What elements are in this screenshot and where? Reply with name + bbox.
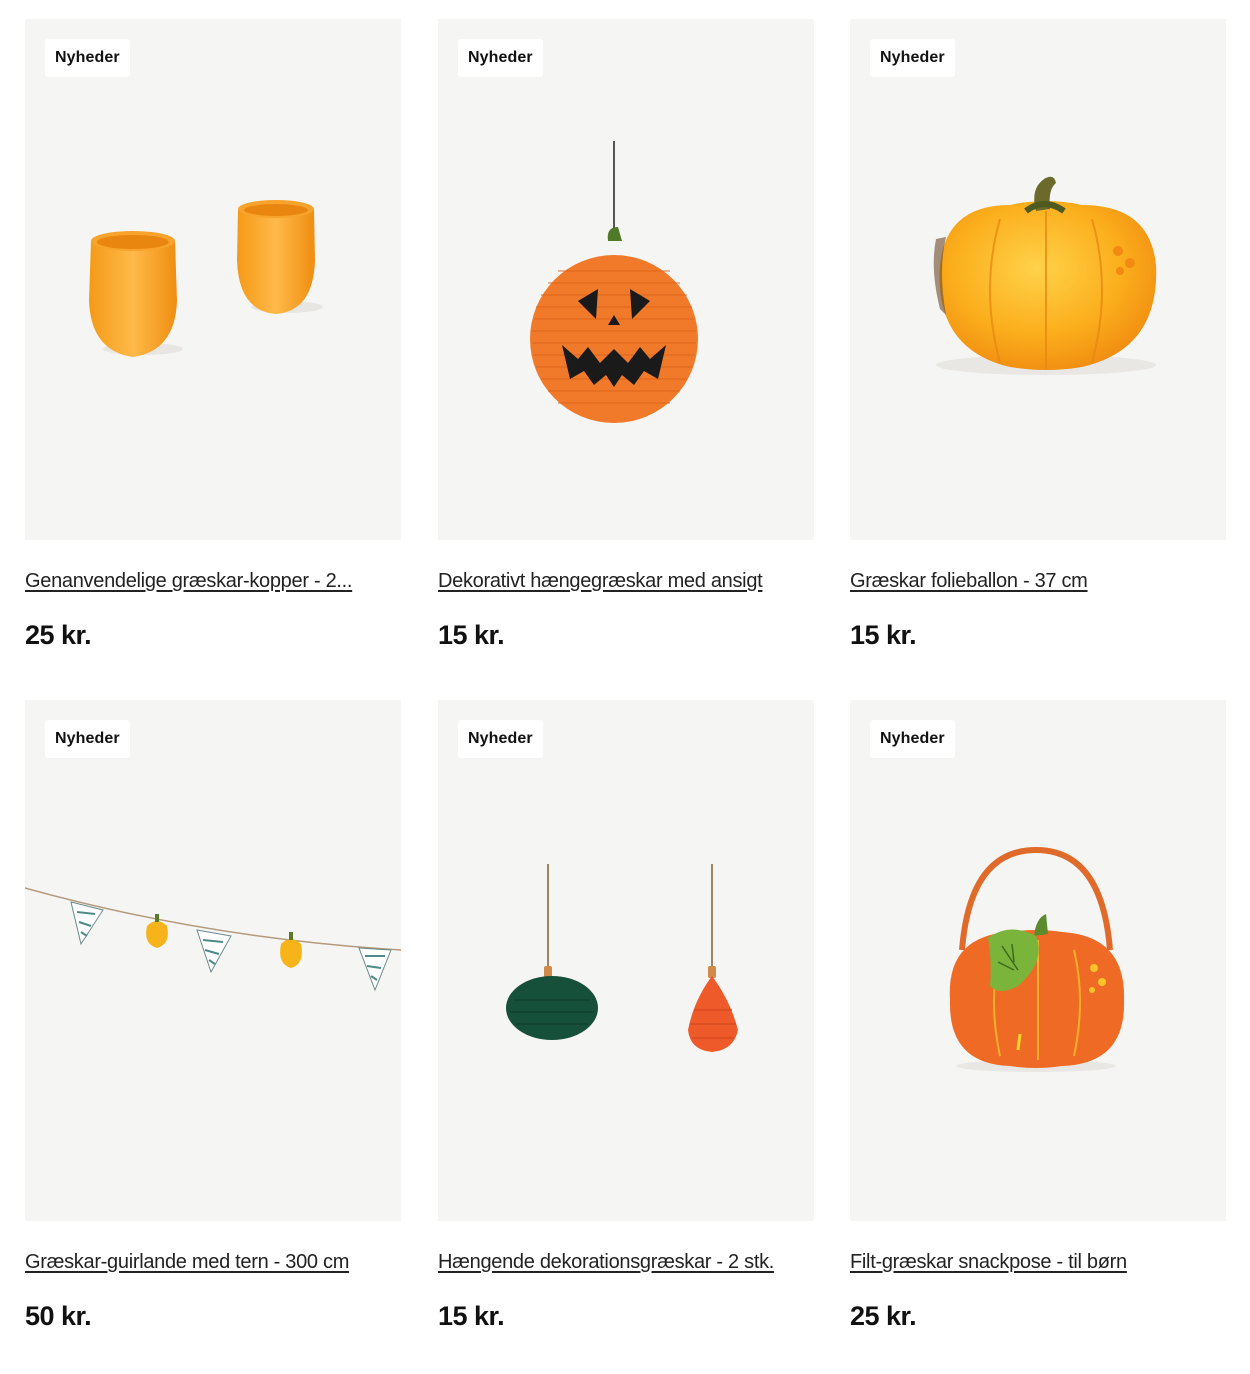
product-grid: Nyheder Genanvendelige græskar-kopper - … [0, 0, 1250, 1374]
product-image[interactable]: Nyheder [438, 700, 814, 1221]
product-price: 15 kr. [438, 620, 505, 650]
garland-icon [25, 887, 401, 992]
product-price: 50 kr. [25, 1301, 92, 1331]
product-card[interactable]: Nyheder Græskar folieballon - 37 cm 15 k… [850, 19, 1226, 651]
felt-pumpkin-bag-icon [949, 846, 1125, 1072]
jack-o-lantern-icon [530, 141, 698, 423]
new-badge: Nyheder [870, 720, 955, 758]
product-title-link[interactable]: Dekorativt hængegræskar med ansigt [438, 569, 814, 593]
product-price: 25 kr. [850, 1301, 917, 1331]
product-image[interactable]: Nyheder [850, 19, 1226, 540]
honeycomb-pumpkins-icon [506, 864, 738, 1052]
product-card[interactable]: Nyheder Hængende dekorationsgræskar - 2 … [438, 700, 814, 1332]
product-title-link[interactable]: Græskar folieballon - 37 cm [850, 569, 1226, 593]
new-badge: Nyheder [870, 39, 955, 77]
new-badge: Nyheder [45, 720, 130, 758]
product-card[interactable]: Nyheder Dekorativt hængegræskar med ansi… [438, 19, 814, 651]
product-title-link[interactable]: Genanvendelige græskar-kopper - 2... [25, 569, 401, 593]
product-title-link[interactable]: Græskar-guirlande med tern - 300 cm [25, 1250, 401, 1274]
pumpkin-balloon-icon [933, 176, 1157, 375]
product-title-link[interactable]: Hængende dekorationsgræskar - 2 stk. [438, 1250, 814, 1274]
product-card[interactable]: Nyheder Græskar-guirlande med tern - 300… [25, 700, 401, 1332]
product-price: 15 kr. [850, 620, 917, 650]
product-price: 25 kr. [25, 620, 92, 650]
new-badge: Nyheder [458, 720, 543, 758]
product-card[interactable]: Nyheder Genanvendelige græskar-kopper - … [25, 19, 401, 651]
new-badge: Nyheder [45, 39, 130, 77]
product-card[interactable]: Nyheder Filt-græskar snackpose - til bør… [850, 700, 1226, 1332]
product-image[interactable]: Nyheder [25, 700, 401, 1221]
product-image[interactable]: Nyheder [25, 19, 401, 540]
pumpkin-cups-icon [89, 200, 323, 357]
product-image[interactable]: Nyheder [438, 19, 814, 540]
product-title-link[interactable]: Filt-græskar snackpose - til børn [850, 1250, 1226, 1274]
new-badge: Nyheder [458, 39, 543, 77]
product-price: 15 kr. [438, 1301, 505, 1331]
product-image[interactable]: Nyheder [850, 700, 1226, 1221]
